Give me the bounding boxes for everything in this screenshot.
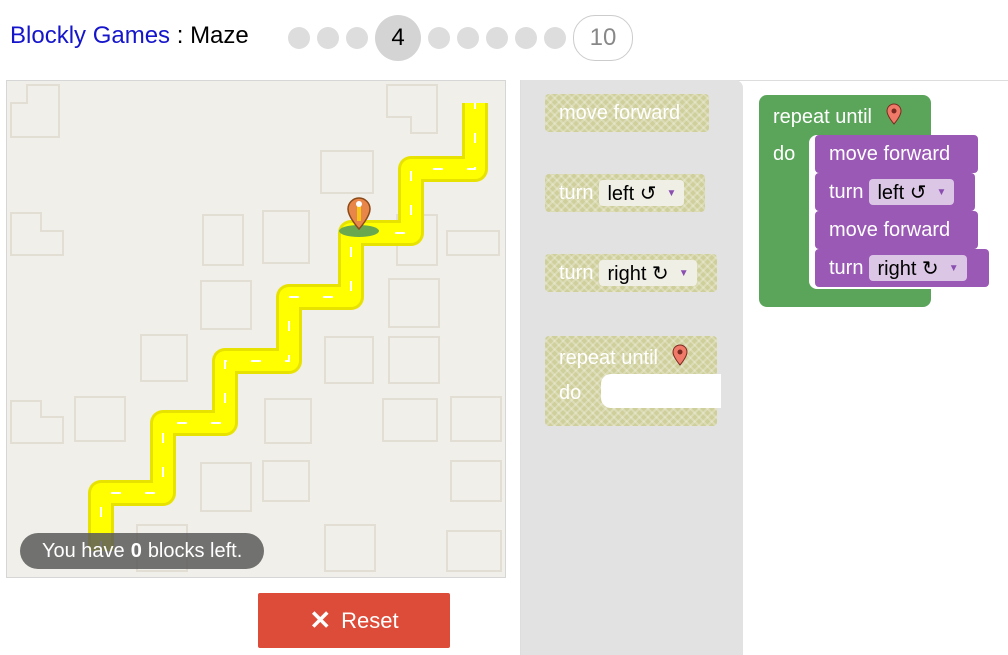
program-turn-left-block[interactable]: turn left ↺ ▼: [815, 173, 975, 211]
map-marker-icon: [886, 103, 902, 131]
dropdown-value: right ↻: [877, 257, 939, 280]
level-5-link[interactable]: [428, 27, 450, 49]
do-label: do: [559, 382, 582, 404]
capacity-bubble: You have 0 blocks left.: [20, 533, 265, 569]
game-name: Maze: [190, 22, 249, 49]
direction-dropdown[interactable]: left ↺ ▼: [599, 180, 685, 206]
direction-dropdown[interactable]: right ↻ ▼: [869, 255, 967, 281]
block-label: turn: [559, 261, 594, 284]
level-selector: 4 10: [288, 13, 633, 63]
goal-marker-icon: [339, 197, 379, 237]
capacity-suffix: blocks left.: [147, 539, 243, 562]
dropdown-value: right ↻: [607, 262, 669, 285]
close-icon: ✕: [309, 605, 332, 635]
blockly-games-link[interactable]: Blockly Games: [10, 22, 170, 49]
level-7-link[interactable]: [486, 27, 508, 49]
direction-dropdown[interactable]: left ↺ ▼: [869, 179, 955, 205]
level-2-link[interactable]: [317, 27, 339, 49]
toolbox-repeat-until-block[interactable]: repeat until do: [545, 336, 721, 426]
block-label: move forward: [559, 101, 681, 124]
title-separator: :: [170, 22, 191, 49]
capacity-count: 0: [130, 539, 142, 562]
block-label: move forward: [829, 142, 951, 165]
toolbox-turn-right-block[interactable]: turn right ↻ ▼: [545, 254, 717, 292]
map-marker-icon: [672, 344, 688, 372]
level-8-link[interactable]: [515, 27, 537, 49]
level-3-link[interactable]: [346, 27, 368, 49]
program-move-forward-block[interactable]: move forward: [815, 135, 978, 173]
do-label: do: [773, 143, 796, 165]
block-label: repeat until: [559, 346, 658, 369]
capacity-prefix: You have: [42, 539, 125, 562]
dropdown-arrow-icon: ▼: [936, 186, 947, 198]
dropdown-arrow-icon: ▼: [678, 267, 689, 279]
dropdown-value: left ↺: [877, 181, 927, 204]
block-label: turn: [829, 256, 864, 279]
level-10-link[interactable]: 10: [573, 15, 633, 61]
dropdown-arrow-icon: ▼: [666, 187, 677, 199]
reset-button[interactable]: ✕ Reset: [258, 593, 450, 648]
block-label: repeat until: [773, 105, 872, 128]
program-turn-right-block[interactable]: turn right ↻ ▼: [815, 249, 989, 287]
level-6-link[interactable]: [457, 27, 479, 49]
reset-label: Reset: [341, 607, 399, 633]
dropdown-arrow-icon: ▼: [948, 262, 959, 274]
block-label: move forward: [829, 218, 951, 241]
block-label: turn: [559, 181, 594, 204]
toolbox-move-forward-block[interactable]: move forward: [545, 94, 709, 132]
maze-board: [10, 84, 502, 572]
app-title: Blockly Games : Maze: [10, 22, 249, 50]
dropdown-value: left ↺: [607, 182, 657, 205]
block-label: turn: [829, 180, 864, 203]
level-1-link[interactable]: [288, 27, 310, 49]
level-9-link[interactable]: [544, 27, 566, 49]
current-level[interactable]: 4: [375, 15, 421, 61]
toolbox-turn-left-block[interactable]: turn left ↺ ▼: [545, 174, 705, 212]
toolbox-flyout: move forward turn left ↺ ▼ turn right ↻ ▼ …: [521, 80, 743, 655]
direction-dropdown[interactable]: right ↻ ▼: [599, 260, 697, 286]
statement-slot: [601, 374, 721, 408]
maze-canvas: You have 0 blocks left.: [6, 80, 506, 578]
header: Blockly Games : Maze 4 10: [0, 0, 1008, 76]
program-move-forward-block[interactable]: move forward: [815, 211, 978, 249]
